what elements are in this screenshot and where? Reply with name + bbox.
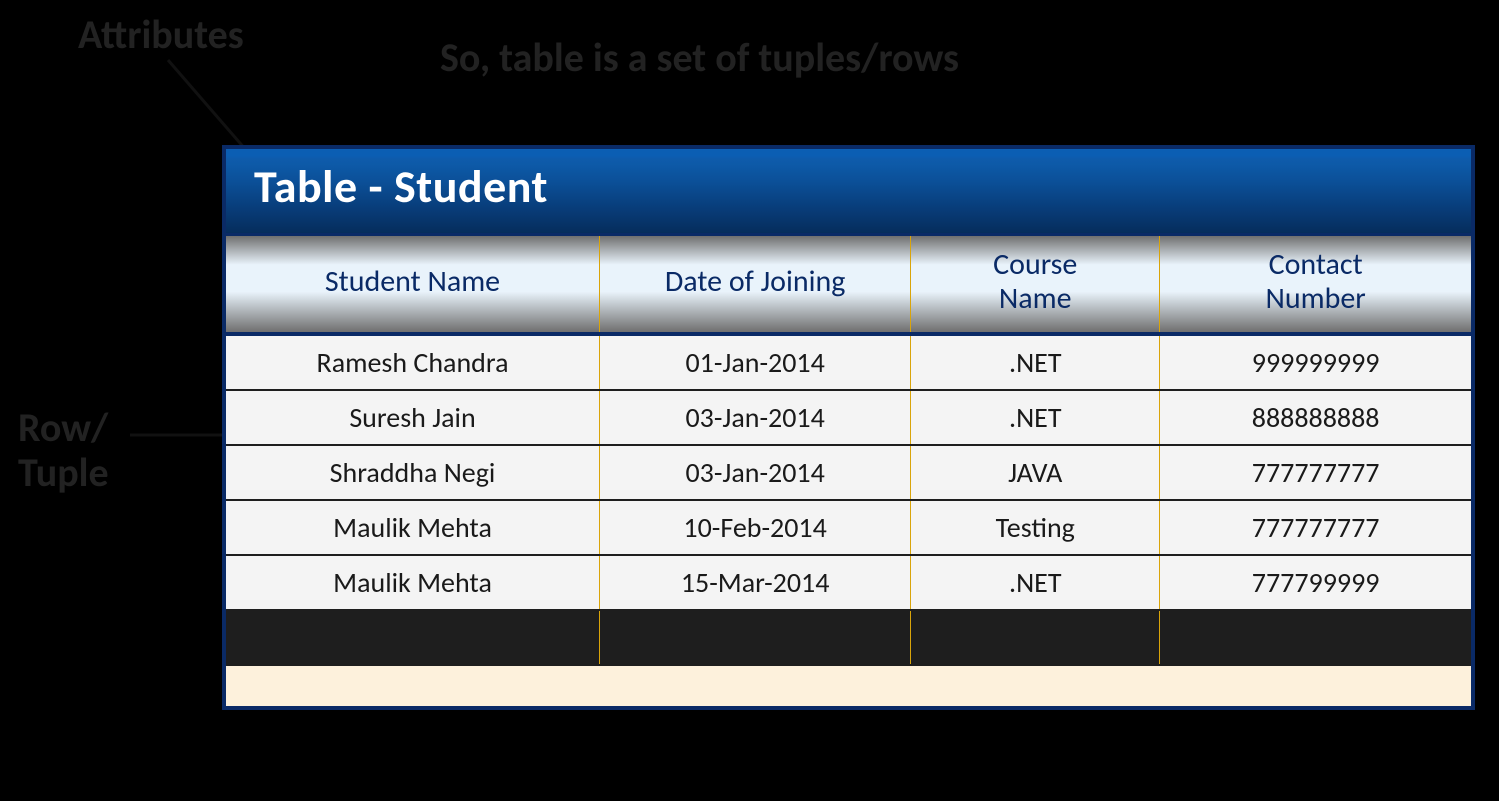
- student-table-panel: Table - Student Student Name Date of Joi…: [222, 145, 1475, 710]
- caption-text: So, table is a set of tuples/rows: [440, 33, 959, 82]
- attributes-callout-label: Attributes: [78, 10, 244, 59]
- cell-course: .NET: [911, 390, 1160, 445]
- row-tuple-line2: Tuple: [18, 448, 109, 497]
- row-tuple-line1: Row/: [18, 403, 108, 452]
- cell-name: Maulik Mehta: [226, 500, 600, 555]
- cell-name: Suresh Jain: [226, 390, 600, 445]
- table-row: Maulik Mehta 10-Feb-2014 Testing 7777777…: [226, 500, 1471, 555]
- table-title: Table - Student: [226, 149, 1471, 236]
- cell-doj: 10-Feb-2014: [600, 500, 911, 555]
- cell-doj: 03-Jan-2014: [600, 445, 911, 500]
- cell-doj: 01-Jan-2014: [600, 334, 911, 390]
- empty-cell: [600, 610, 911, 664]
- student-table: Student Name Date of Joining Course Name…: [226, 236, 1471, 664]
- table-row: Ramesh Chandra 01-Jan-2014 .NET 99999999…: [226, 334, 1471, 390]
- col-header-date-of-joining: Date of Joining: [600, 236, 911, 334]
- col-header-contact-number-text: Contact Number: [1266, 246, 1366, 318]
- col-header-course-name: Course Name: [911, 236, 1160, 334]
- col-header-contact-number: Contact Number: [1160, 236, 1471, 334]
- table-row: Maulik Mehta 15-Mar-2014 .NET 777799999: [226, 555, 1471, 610]
- col-header-course-name-text: Course Name: [993, 246, 1077, 318]
- table-empty-row: [226, 610, 1471, 664]
- cell-contact: 777777777: [1160, 500, 1471, 555]
- cell-course: .NET: [911, 334, 1160, 390]
- cell-course: JAVA: [911, 445, 1160, 500]
- col-header-student-name: Student Name: [226, 236, 600, 334]
- cell-contact: 777777777: [1160, 445, 1471, 500]
- cell-doj: 15-Mar-2014: [600, 555, 911, 610]
- cell-course: Testing: [911, 500, 1160, 555]
- cell-doj: 03-Jan-2014: [600, 390, 911, 445]
- cell-name: Ramesh Chandra: [226, 334, 600, 390]
- table-row: Suresh Jain 03-Jan-2014 .NET 888888888: [226, 390, 1471, 445]
- cell-name: Shraddha Negi: [226, 445, 600, 500]
- table-footer-strip: [226, 664, 1471, 706]
- table-header-row: Student Name Date of Joining Course Name…: [226, 236, 1471, 334]
- empty-cell: [1160, 610, 1471, 664]
- empty-cell: [911, 610, 1160, 664]
- row-tuple-callout-label: Row/ Tuple: [18, 406, 109, 496]
- cell-course: .NET: [911, 555, 1160, 610]
- cell-contact: 999999999: [1160, 334, 1471, 390]
- cell-contact: 888888888: [1160, 390, 1471, 445]
- cell-contact: 777799999: [1160, 555, 1471, 610]
- table-row: Shraddha Negi 03-Jan-2014 JAVA 777777777: [226, 445, 1471, 500]
- cell-name: Maulik Mehta: [226, 555, 600, 610]
- empty-cell: [226, 610, 600, 664]
